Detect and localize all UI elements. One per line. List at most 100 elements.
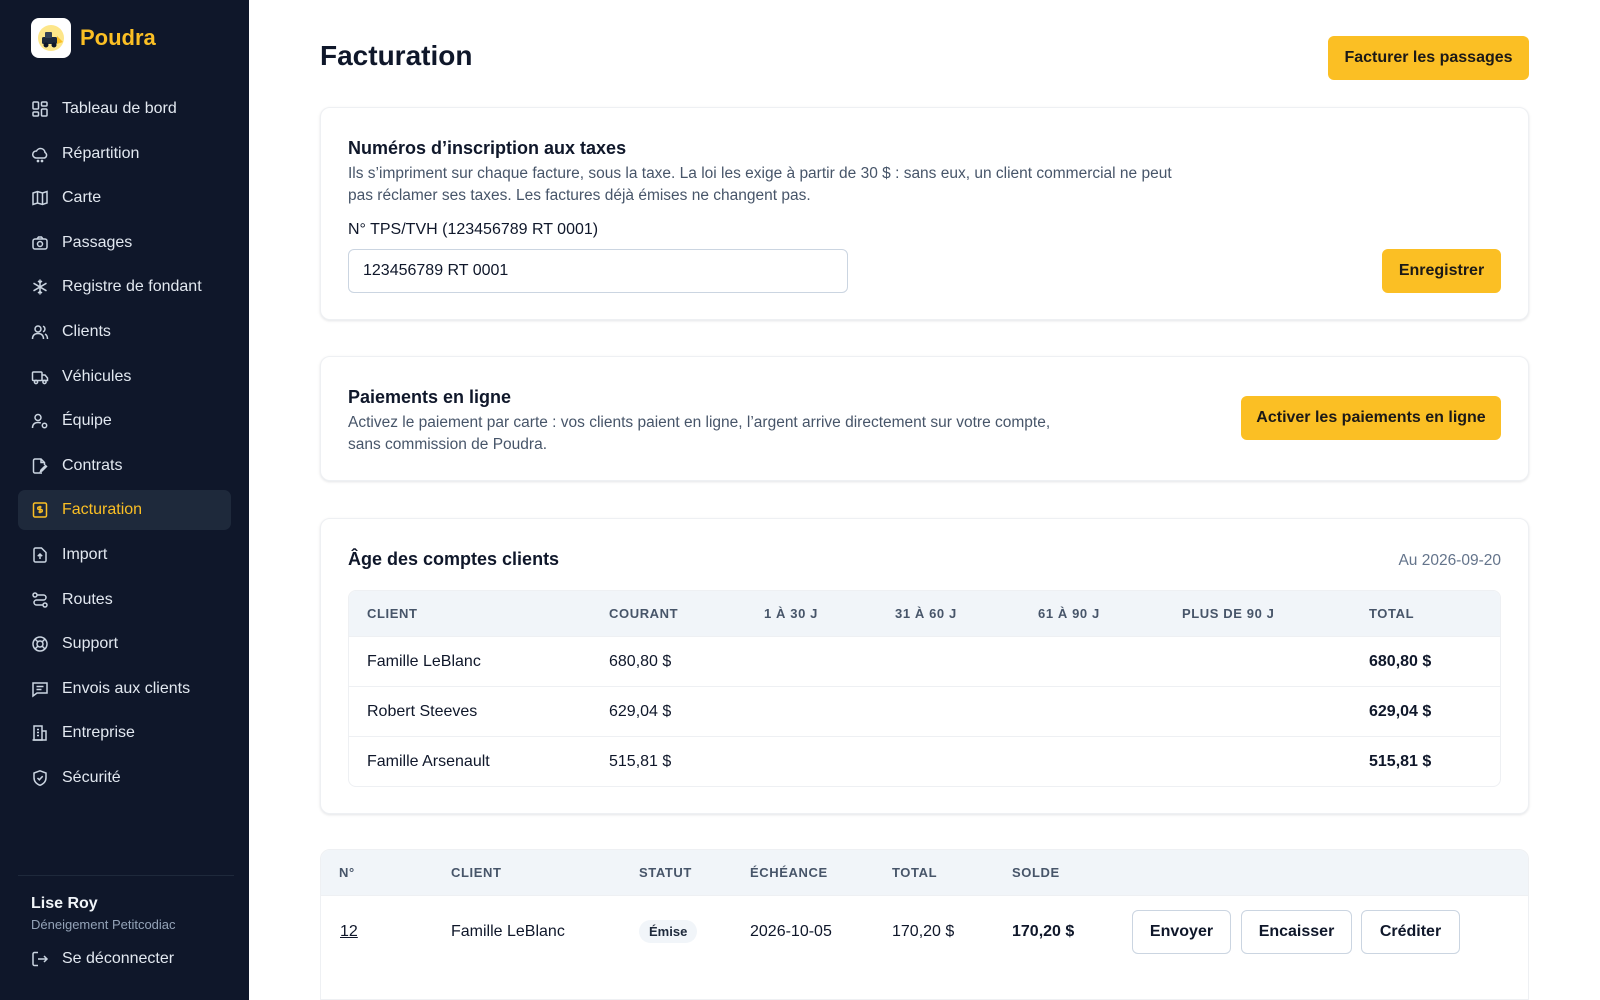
gst-field-label: N° TPS/TVH (123456789 RT 0001) [348,221,599,238]
sidebar-item-contrats[interactable]: Contrats [18,446,231,486]
invoice-icon [32,502,48,519]
user-organization: Déneigement Petitcodiac [31,917,176,932]
sidebar-item-vehicules[interactable]: Véhicules [18,357,231,397]
logout-icon [32,951,49,967]
table-row: Famille LeBlanc 680,80 $ 680,80 $ [349,636,1500,686]
logout-button[interactable]: Se déconnecter [31,950,174,968]
column-header: STATUT [639,865,692,880]
tax-numbers-card: Numéros d’inscription aux taxes Ils s’im… [320,107,1529,320]
aging-table: CLIENT COURANT 1 À 30 J 31 À 60 J 61 À 9… [348,590,1501,787]
save-button[interactable]: Enregistrer [1382,249,1501,293]
sidebar-item-label: Support [62,635,119,653]
sidebar-item-registre-de-fondant[interactable]: Registre de fondant [18,267,231,307]
invoice-client: Famille LeBlanc [451,923,565,940]
credit-invoice-button[interactable]: Créditer [1361,910,1460,954]
payments-card-description: Activez le paiement par carte : vos clie… [348,414,1051,453]
sidebar-item-label: Carte [62,189,102,207]
aging-total: 515,81 $ [1369,753,1432,770]
sidebar-item-label: Sécurité [62,768,121,786]
page-title: Facturation [320,40,473,71]
sidebar-item-import[interactable]: Import [18,535,231,575]
sidebar-item-label: Répartition [62,144,140,162]
user-gear-icon [31,413,48,429]
sidebar-item-label: Import [62,545,108,563]
sidebar-item-routes[interactable]: Routes [18,580,231,620]
column-header: TOTAL [1369,606,1415,621]
table-row: 12 Famille LeBlanc Émise 2026-10-05 170,… [321,895,1528,966]
invoices-table: N° CLIENT STATUT ÉCHÉANCE TOTAL SOLDE 12… [320,849,1529,1000]
sidebar-item-equipe[interactable]: Équipe [18,401,231,441]
aging-total: 629,04 $ [1369,703,1432,720]
aging-current: 680,80 $ [609,653,672,670]
sidebar-item-label: Tableau de bord [62,100,177,117]
column-header: COURANT [609,606,679,621]
column-header: N° [339,865,355,880]
tax-card-description: Ils s’impriment sur chaque facture, sous… [348,165,1172,204]
gst-number-input[interactable] [348,249,848,293]
map-icon [32,190,48,206]
brand-name: Poudra [80,25,156,50]
sidebar: Poudra Tableau de bord Répartition Carte… [0,0,249,1000]
collect-payment-button[interactable]: Encaisser [1241,910,1352,954]
send-invoice-button[interactable]: Envoyer [1132,910,1231,954]
aging-card-title: Âge des comptes clients [348,549,560,569]
aging-current: 515,81 $ [609,753,672,770]
status-badge: Émise [639,920,698,943]
accounts-aging-card: Âge des comptes clients Au 2026-09-20 CL… [320,518,1529,814]
column-header: 61 À 90 J [1038,606,1100,621]
sidebar-item-label: Passages [62,233,133,251]
sidebar-item-label: Registre de fondant [62,278,202,296]
column-header: 1 À 30 J [764,606,818,621]
truck-icon [31,370,49,384]
table-row: Famille Arsenault 515,81 $ 515,81 $ [349,736,1500,786]
sidebar-item-label: Envois aux clients [62,679,191,697]
column-header: PLUS DE 90 J [1182,606,1275,621]
sidebar-item-label: Véhicules [62,367,132,385]
dashboard-icon [32,101,48,117]
user-name: Lise Roy [31,895,98,912]
aging-client: Robert Steeves [367,703,478,720]
sidebar-item-tableau-de-bord[interactable]: Tableau de bord [18,89,231,129]
sidebar-item-facturation[interactable]: Facturation [18,490,231,531]
sidebar-item-clients[interactable]: Clients [18,312,231,352]
sidebar-item-support[interactable]: Support [18,624,231,664]
message-icon [32,681,48,698]
tax-card-title: Numéros d’inscription aux taxes [348,138,627,158]
sidebar-item-label: Clients [62,322,111,340]
column-header: TOTAL [892,865,938,880]
users-icon [31,325,49,340]
column-header: SOLDE [1012,865,1060,880]
building-icon [32,725,47,742]
sidebar-item-securite[interactable]: Sécurité [18,758,231,798]
aging-current: 629,04 $ [609,703,672,720]
sidebar-item-envois-aux-clients[interactable]: Envois aux clients [18,669,231,709]
snowplow-icon [31,18,71,58]
sidebar-item-label: Facturation [62,501,143,519]
table-row: Robert Steeves 629,04 $ 629,04 $ [349,686,1500,736]
sidebar-item-label: Entreprise [62,724,135,742]
snowflake-icon [33,279,47,295]
invoice-due-date: 2026-10-05 [750,923,832,940]
logout-label: Se déconnecter [62,950,175,967]
payments-card-title: Paiements en ligne [348,387,512,407]
column-header: ÉCHÉANCE [750,865,828,880]
brand[interactable]: Poudra [31,18,156,58]
sidebar-item-carte[interactable]: Carte [18,178,231,218]
sidebar-item-entreprise[interactable]: Entreprise [18,713,231,753]
shield-icon [33,769,47,787]
aging-total: 680,80 $ [1369,653,1432,670]
lifebuoy-icon [32,636,48,652]
sidebar-item-passages[interactable]: Passages [18,223,231,263]
online-payments-card: Paiements en ligne Activez le paiement p… [320,356,1529,481]
aging-as-of-date: Au 2026-09-20 [1398,552,1501,569]
sidebar-item-label: Contrats [62,456,123,474]
activate-online-payments-button[interactable]: Activer les paiements en ligne [1241,396,1501,440]
column-header: CLIENT [451,865,502,880]
invoices-table-header: N° CLIENT STATUT ÉCHÉANCE TOTAL SOLDE [321,850,1528,895]
bill-passages-button[interactable]: Facturer les passages [1328,36,1529,80]
sidebar-item-repartition[interactable]: Répartition [18,134,231,174]
sidebar-divider [18,875,234,876]
contract-icon [32,458,48,474]
invoice-balance: 170,20 $ [1012,923,1075,940]
invoice-number-link[interactable]: 12 [340,896,358,967]
